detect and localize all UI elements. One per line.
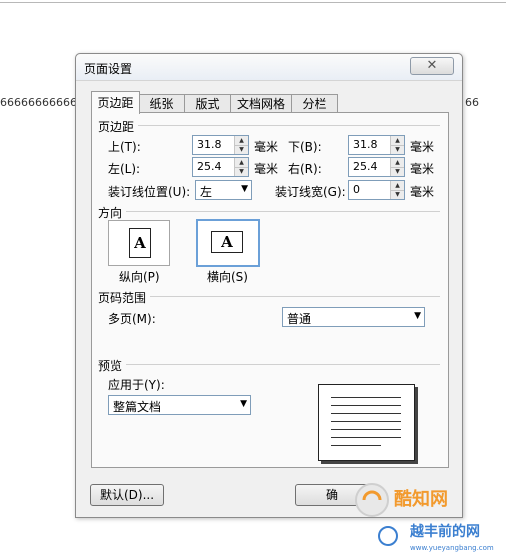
close-button[interactable]: ✕ xyxy=(410,57,454,75)
document-text-left: 66666666666 xyxy=(0,96,77,109)
top-margin-label: 上(T): xyxy=(108,140,141,154)
gutter-position-value: 左 xyxy=(200,185,213,199)
gutter-width-unit: 毫米 xyxy=(410,185,435,199)
multiple-pages-value: 普通 xyxy=(287,312,312,326)
document-text-right: 66 xyxy=(465,96,479,109)
spin-down-icon[interactable]: ▼ xyxy=(391,167,404,176)
tab-margins[interactable]: 页边距 xyxy=(91,91,140,114)
spin-down-icon[interactable]: ▼ xyxy=(235,167,248,176)
portrait-option[interactable]: A xyxy=(108,220,170,266)
watermark-logo-icon xyxy=(378,526,398,546)
preview-line xyxy=(331,405,401,406)
spin-down-icon[interactable]: ▼ xyxy=(391,145,404,154)
left-margin-spinner[interactable]: 25.4 ▲ ▼ xyxy=(192,157,249,177)
margins-section-label: 页边距 xyxy=(98,120,135,134)
bottom-margin-value: 31.8 xyxy=(353,138,378,151)
page-range-section-label: 页码范围 xyxy=(98,291,147,305)
top-margin-spinner[interactable]: 31.8 ▲ ▼ xyxy=(192,135,249,155)
divider xyxy=(126,211,440,212)
tab-paper[interactable]: 纸张 xyxy=(138,94,185,113)
preview-line xyxy=(331,413,401,414)
right-margin-unit: 毫米 xyxy=(410,162,435,176)
divider xyxy=(150,296,440,297)
dialog-title: 页面设置 xyxy=(84,62,133,76)
tab-columns[interactable]: 分栏 xyxy=(291,94,338,113)
bottom-margin-spinner[interactable]: 31.8 ▲ ▼ xyxy=(348,135,405,155)
top-margin-unit: 毫米 xyxy=(254,140,279,154)
document-top-rule xyxy=(0,2,506,3)
multiple-pages-select[interactable]: 普通 ▼ xyxy=(282,307,425,327)
bottom-margin-label: 下(B): xyxy=(288,140,322,154)
landscape-label: 横向(S) xyxy=(207,270,248,284)
watermark-circle-icon xyxy=(355,483,389,517)
right-margin-value: 25.4 xyxy=(353,160,378,173)
spin-down-icon[interactable]: ▼ xyxy=(235,145,248,154)
right-margin-label: 右(R): xyxy=(288,162,322,176)
portrait-page-icon: A xyxy=(129,228,151,258)
portrait-label: 纵向(P) xyxy=(119,270,160,284)
right-margin-spinner[interactable]: 25.4 ▲ ▼ xyxy=(348,157,405,177)
preview-section-label: 预览 xyxy=(98,359,123,373)
divider xyxy=(138,125,440,126)
watermark-subtitle: 越丰前的网 xyxy=(409,523,480,540)
preview-line xyxy=(331,437,401,438)
default-button[interactable]: 默认(D)... xyxy=(90,484,164,506)
watermark-url: www.yueyangbang.com xyxy=(410,544,494,552)
gutter-width-spinner[interactable]: 0 ▲ ▼ xyxy=(348,180,405,200)
apply-to-label: 应用于(Y): xyxy=(108,378,165,392)
chevron-down-icon: ▼ xyxy=(414,311,421,321)
left-margin-value: 25.4 xyxy=(197,160,222,173)
landscape-page-icon: A xyxy=(211,231,243,253)
site-watermark: 酷知网 越丰前的网 www.yueyangbang.com xyxy=(355,483,494,552)
preview-line xyxy=(331,397,401,398)
tab-document-grid[interactable]: 文档网格 xyxy=(230,94,292,113)
dialog-titlebar: 页面设置 ✕ xyxy=(76,54,462,81)
left-margin-label: 左(L): xyxy=(108,162,141,176)
landscape-option[interactable]: A xyxy=(196,219,260,267)
left-margin-unit: 毫米 xyxy=(254,162,279,176)
divider xyxy=(126,364,440,365)
top-margin-value: 31.8 xyxy=(197,138,222,151)
chevron-down-icon: ▼ xyxy=(240,399,247,409)
gutter-position-label: 装订线位置(U): xyxy=(108,185,191,199)
orientation-section-label: 方向 xyxy=(98,206,123,220)
tab-layout[interactable]: 版式 xyxy=(184,94,231,113)
close-icon: ✕ xyxy=(426,58,438,73)
bottom-margin-unit: 毫米 xyxy=(410,140,435,154)
preview-line xyxy=(331,445,381,446)
watermark-title: 酷知网 xyxy=(394,488,448,510)
apply-to-select[interactable]: 整篇文档 ▼ xyxy=(108,395,251,415)
gutter-width-value: 0 xyxy=(353,183,360,196)
preview-line xyxy=(331,429,401,430)
preview-line xyxy=(331,421,401,422)
gutter-width-label: 装订线宽(G): xyxy=(275,185,346,199)
spin-down-icon[interactable]: ▼ xyxy=(391,190,404,199)
gutter-position-select[interactable]: 左 ▼ xyxy=(195,180,252,200)
page-preview xyxy=(318,384,415,461)
multiple-pages-label: 多页(M): xyxy=(108,312,156,326)
chevron-down-icon: ▼ xyxy=(241,184,248,194)
apply-to-value: 整篇文档 xyxy=(113,400,162,414)
